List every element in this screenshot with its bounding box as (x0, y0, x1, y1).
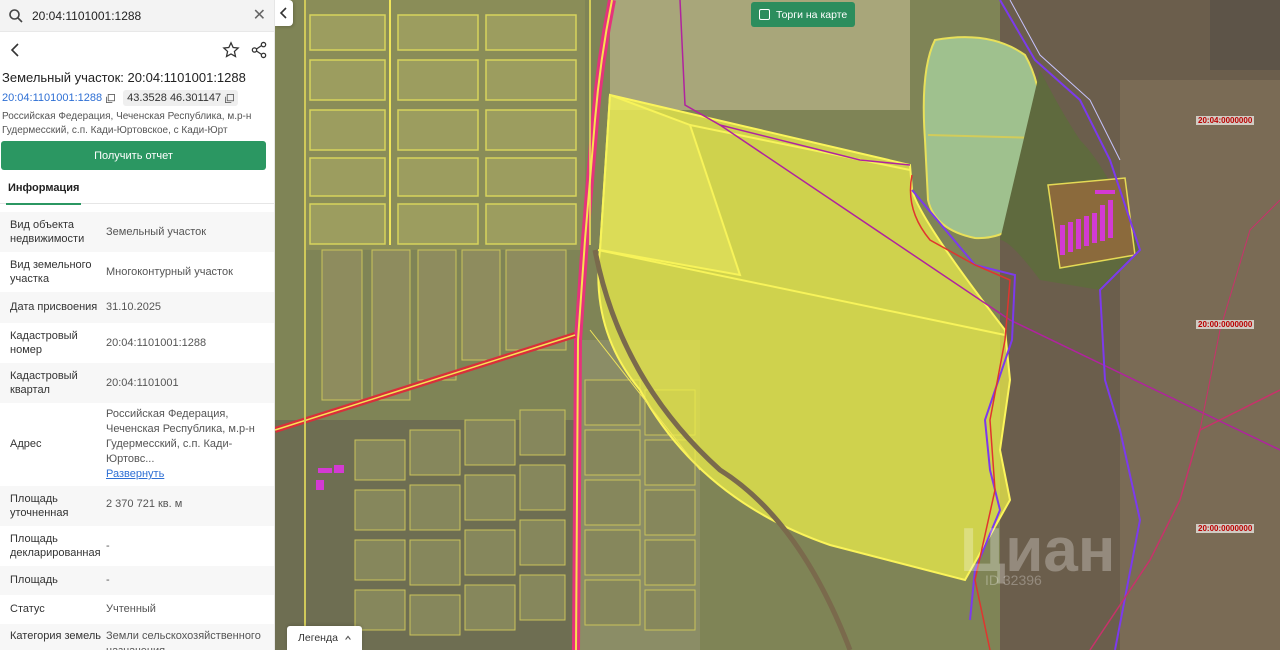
info-row: Дата присвоения 31.10.2025 (0, 292, 274, 323)
search-bar: ✕ (0, 0, 274, 32)
chevron-up-icon (345, 635, 351, 640)
back-arrow-icon[interactable] (6, 40, 26, 60)
info-value: 20:04:1101001 (106, 377, 179, 389)
info-row: Площадь декларированная - (0, 526, 274, 566)
info-value: - (106, 574, 110, 586)
tabs-bar: Информация (0, 178, 274, 205)
info-key: Площадь (10, 574, 58, 586)
info-row: Адрес Российская Федерация, Чеченская Ре… (0, 403, 274, 486)
info-key: Вид земельного участка (10, 259, 92, 285)
cadastral-number-text: 20:04:1101001:1288 (2, 92, 103, 104)
parcel-info-panel: ✕ Земельный участок: 20:04:1101001:1288 … (0, 0, 275, 650)
info-row: Вид объекта недвижимости Земельный участ… (0, 212, 274, 252)
share-icon[interactable] (250, 41, 268, 59)
info-value: 2 370 721 кв. м (106, 498, 183, 510)
info-key: Площадь декларированная (10, 533, 101, 559)
info-table: Вид объекта недвижимости Земельный участ… (0, 212, 274, 650)
legend-label: Легенда (298, 632, 338, 644)
search-input[interactable] (32, 8, 253, 23)
info-key: Кадастровый номер (10, 330, 78, 356)
info-row: Площадь уточненная 2 370 721 кв. м (0, 486, 274, 526)
copy-icon[interactable] (225, 93, 235, 103)
info-value: Земельный участок (106, 226, 207, 238)
info-key: Дата присвоения (10, 301, 98, 313)
watermark-id: ID 32396 (985, 572, 1042, 588)
legend-button[interactable]: Легенда (287, 626, 362, 650)
info-value: Российская Федерация, Чеченская Республи… (106, 407, 264, 482)
info-row: Кадастровый квартал 20:04:1101001 (0, 363, 274, 403)
info-value: 31.10.2025 (106, 301, 162, 313)
search-icon (9, 8, 23, 23)
coordinates-chip[interactable]: 43.3528 46.301147 (123, 90, 239, 106)
info-value: 20:04:1101001:1288 (106, 337, 207, 349)
info-key: Категория земель (10, 630, 101, 642)
cadastral-number-link[interactable]: 20:04:1101001:1288 (2, 92, 116, 104)
cadastral-label: 20:00:0000000 (1196, 524, 1255, 533)
parcel-id-row: 20:04:1101001:1288 43.3528 46.301147 (0, 88, 274, 108)
checkbox-icon[interactable] (759, 9, 770, 20)
info-key: Адрес (10, 438, 42, 450)
expand-address-link[interactable]: Развернуть (106, 468, 164, 480)
panel-toolbar (0, 32, 274, 68)
torgi-label: Торги на карте (776, 8, 848, 21)
info-row: Площадь - (0, 566, 274, 595)
coordinates-text: 43.3528 46.301147 (127, 92, 222, 104)
clear-search-icon[interactable]: ✕ (253, 7, 266, 24)
info-key: Статус (10, 603, 45, 615)
collapse-panel-button[interactable] (275, 0, 293, 26)
info-key: Кадастровый квартал (10, 370, 78, 396)
torgi-toggle-button[interactable]: Торги на карте (751, 2, 855, 27)
info-value: Многоконтурный участок (106, 266, 233, 278)
info-row: Кадастровый номер 20:04:1101001:1288 (0, 323, 274, 363)
info-row: Статус Учтенный (0, 595, 274, 624)
info-row: Вид земельного участка Многоконтурный уч… (0, 252, 274, 292)
get-report-button[interactable]: Получить отчет (1, 141, 266, 170)
info-key: Площадь уточненная (10, 493, 69, 519)
address-value: Российская Федерация, Чеченская Республи… (106, 408, 255, 465)
parcel-address: Российская Федерация, Чеченская Республи… (2, 111, 252, 136)
tab-information[interactable]: Информация (6, 179, 82, 205)
info-row: Категория земель Земли сельскохозяйствен… (0, 624, 274, 650)
copy-icon[interactable] (106, 93, 116, 103)
info-key: Вид объекта недвижимости (10, 219, 85, 245)
cadastral-label: 20:00:0000000 (1196, 320, 1255, 329)
info-value: Учтенный (106, 603, 156, 615)
info-value: Земли сельскохозяйственного назначения (106, 630, 261, 650)
cadastral-label: 20:04:0000000 (1196, 116, 1255, 125)
chevron-left-icon (279, 7, 287, 19)
star-icon[interactable] (222, 41, 240, 59)
info-value: - (106, 540, 110, 552)
parcel-title: Земельный участок: 20:04:1101001:1288 (2, 70, 246, 85)
